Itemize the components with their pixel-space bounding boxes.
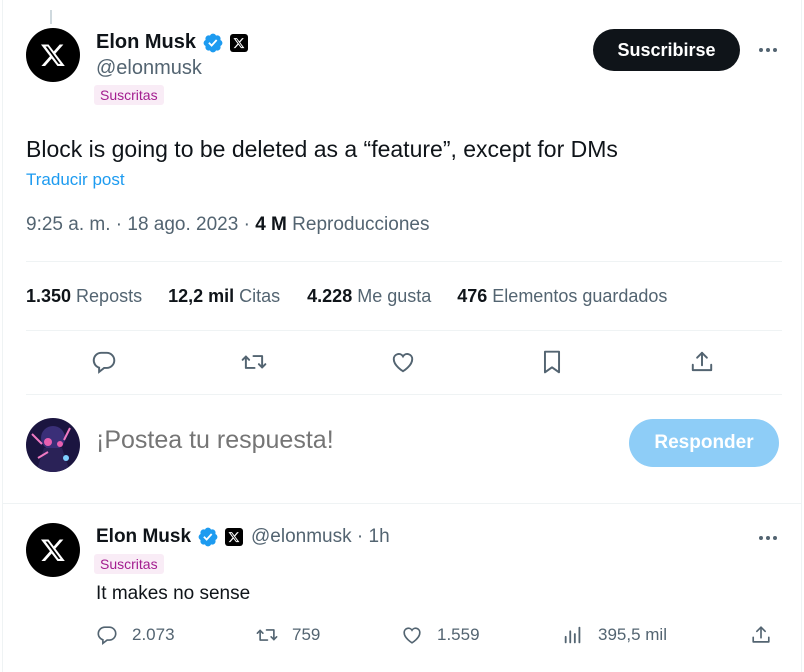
- stat-likes[interactable]: 4.228 Me gusta: [307, 286, 431, 307]
- share-icon[interactable]: [686, 346, 718, 378]
- x-affiliate-badge: [225, 528, 244, 546]
- stat-bookmarks[interactable]: 476 Elementos guardados: [457, 286, 667, 307]
- x-logo-icon: [228, 532, 240, 543]
- subscribed-badge: Suscritas: [94, 554, 164, 574]
- translate-link[interactable]: Traducir post: [26, 170, 125, 190]
- author-handle[interactable]: @elonmusk: [96, 57, 202, 80]
- reply-count: 2.073: [132, 625, 175, 644]
- divider: [26, 394, 782, 395]
- views-icon: [564, 626, 581, 644]
- x-logo-icon: [40, 44, 65, 67]
- more-icon[interactable]: [753, 528, 783, 548]
- heart-icon[interactable]: [387, 346, 419, 378]
- reply-input[interactable]: [96, 426, 516, 455]
- bookmark-icon[interactable]: [536, 346, 568, 378]
- x-logo-icon: [233, 37, 245, 48]
- x-logo-icon: [40, 539, 65, 562]
- divider: [26, 261, 782, 262]
- section-divider: [3, 503, 801, 504]
- stat-quotes[interactable]: 12,2 mil Citas: [168, 286, 280, 307]
- reply-likes[interactable]: 1.559: [401, 624, 480, 646]
- verified-badge-icon: [203, 33, 223, 52]
- thread-line: [50, 10, 52, 24]
- tweet-timestamp[interactable]: 9:25 a. m. · 18 ago. 2023 ·: [26, 214, 255, 235]
- reply-views[interactable]: 395,5 mil: [562, 624, 667, 646]
- stat-reposts[interactable]: 1.350 Reposts: [26, 286, 142, 307]
- reply-replies[interactable]: 2.073: [96, 624, 175, 646]
- repost-icon: [256, 629, 278, 641]
- reply-button[interactable]: Responder: [629, 419, 779, 467]
- author-name-row: Elon Musk: [96, 31, 249, 54]
- views-count: 4 M: [255, 214, 287, 235]
- author-avatar[interactable]: [26, 28, 80, 82]
- reply-author-avatar[interactable]: [26, 523, 80, 577]
- verified-badge-icon: [198, 527, 218, 547]
- tweet-text: Block is going to be deleted as a “featu…: [26, 136, 618, 162]
- subscribed-badge: Suscritas: [94, 85, 164, 105]
- user-avatar[interactable]: [26, 418, 80, 472]
- x-affiliate-badge: [230, 33, 249, 52]
- repost-icon[interactable]: [238, 346, 270, 378]
- engagement-stats: 1.350 Reposts 12,2 mil Citas 4.228 Me gu…: [26, 286, 667, 307]
- subscribe-button[interactable]: Suscribirse: [593, 29, 740, 71]
- author-name[interactable]: Elon Musk: [96, 31, 196, 54]
- reply-icon: [97, 626, 117, 646]
- repost-count: 759: [292, 625, 321, 644]
- reply-author-row: Elon Musk @elonmusk · 1h: [96, 526, 390, 548]
- heart-icon: [403, 627, 421, 644]
- views-count: 395,5 mil: [598, 625, 667, 644]
- like-count: 1.559: [437, 625, 480, 644]
- reply-icon[interactable]: [88, 346, 120, 378]
- divider: [26, 330, 782, 331]
- more-icon[interactable]: [753, 40, 783, 60]
- share-icon[interactable]: [748, 622, 774, 648]
- views-label: Reproducciones: [286, 214, 430, 235]
- reply-text: It makes no sense: [96, 583, 251, 604]
- reply-handle-time[interactable]: @elonmusk · 1h: [251, 526, 390, 548]
- reply-author-name[interactable]: Elon Musk: [96, 526, 191, 548]
- tweet-meta: 9:25 a. m. · 18 ago. 2023 · 4 M Reproduc…: [26, 214, 429, 236]
- reply-reposts[interactable]: 759: [256, 624, 320, 646]
